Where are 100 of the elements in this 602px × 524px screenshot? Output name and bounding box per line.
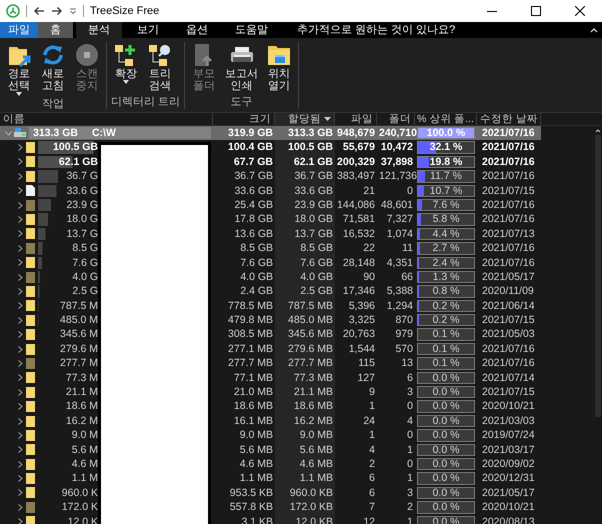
expand-chevron-icon[interactable] — [18, 518, 22, 524]
table-cell-text: 21 — [362, 184, 376, 198]
table-cell-text: 28,148 — [342, 256, 376, 270]
expand-chevron-icon[interactable] — [18, 316, 22, 324]
table-cell-text: 2021/03/03 — [481, 414, 536, 428]
table-cell-text: 277.1 MB — [227, 342, 274, 356]
table-cell-text: 5,396 — [348, 298, 376, 314]
app-logo-icon[interactable] — [6, 4, 20, 18]
expand-chevron-icon[interactable] — [18, 489, 22, 496]
folder-size: 5.6 M — [70, 442, 99, 457]
column-header[interactable]: 수정한 날짜 — [477, 113, 541, 125]
table-cell-text: 4 — [406, 414, 414, 428]
folder-size: 62.1 GB — [58, 154, 99, 170]
percent-bar: 0.0 % — [417, 386, 475, 398]
expand-chevron-icon[interactable] — [18, 158, 22, 166]
expand-chevron-icon[interactable] — [18, 302, 22, 310]
selected-row[interactable]: 313.3 GB C:\W 319.9 GB 313.3 GB 948,679 240,710 100.0 % 2021/07/16 — [0, 126, 541, 140]
folder-size: 345.6 M — [59, 327, 99, 342]
percent-bar: 0.0 % — [417, 444, 475, 456]
table-cell-text: 5,388 — [386, 284, 414, 299]
expand-chevron-icon[interactable] — [18, 403, 22, 410]
percent-bar: 0.0 % — [417, 472, 475, 485]
expand-chevron-icon[interactable] — [18, 460, 22, 468]
expand-chevron-icon[interactable] — [18, 144, 22, 152]
folder-size: 18.0 G — [65, 212, 99, 227]
ribbon-button[interactable]: 위치 열기 — [264, 42, 294, 94]
expand-chevron-icon[interactable] — [18, 475, 22, 482]
expand-chevron-icon[interactable] — [18, 432, 22, 439]
expand-chevron-icon[interactable] — [18, 172, 22, 180]
expand-chevron-icon[interactable] — [18, 446, 22, 454]
table-cell-text: 36.7 GB — [233, 169, 274, 184]
column-header[interactable]: 파일 — [335, 113, 377, 125]
expand-chevron-icon[interactable] — [18, 418, 22, 424]
menu-tab[interactable]: 옵션 — [174, 22, 220, 38]
collapse-ribbon-icon[interactable] — [590, 27, 598, 33]
percent-bar: 4.4 % — [417, 228, 475, 240]
table-cell-text: 2021/05/03 — [481, 327, 536, 342]
folder-size: 787.5 M — [59, 298, 99, 314]
ribbon-button[interactable]: 확장 — [111, 42, 141, 94]
expand-chevron-icon[interactable] — [18, 202, 22, 209]
table-cell: 9.0 MB — [275, 428, 335, 443]
expand-chevron-icon[interactable] — [18, 259, 22, 266]
table-cell-text: 17.8 GB — [233, 212, 274, 227]
column-header[interactable]: 폴더 — [377, 113, 415, 125]
expand-chevron-icon[interactable] — [18, 230, 22, 238]
expand-chevron-icon[interactable] — [18, 244, 22, 252]
table-cell-text: 2021/07/15 — [481, 313, 536, 328]
table-cell-text: 25.4 GB — [233, 198, 274, 212]
ribbon-button[interactable]: 트리 검색 — [145, 42, 175, 94]
percent-bar: 7.6 % — [417, 198, 475, 212]
column-header[interactable]: 이름 — [0, 113, 213, 125]
table-cell-text: 2021/03/17 — [481, 442, 536, 457]
table-cell-text: 2021/05/17 — [481, 486, 536, 500]
table-cell-text: 4.6 MB — [238, 456, 274, 472]
expand-chevron-icon[interactable] — [18, 331, 22, 338]
menu-tab[interactable]: 도움말 — [223, 22, 280, 38]
expand-chevron-icon[interactable] — [18, 274, 22, 281]
expand-chevron-icon[interactable] — [18, 374, 22, 382]
column-header[interactable]: 할당됨 — [275, 113, 335, 125]
folder-size: 172.0 K — [60, 500, 99, 515]
table-cell-text: 870 — [394, 313, 414, 328]
percent-bar: 10.7 % — [417, 184, 475, 197]
ribbon-button[interactable]: 새로 고침 — [38, 42, 68, 96]
ribbon-button[interactable]: 경로 선택 — [4, 42, 34, 96]
forward-arrow-icon[interactable] — [51, 6, 63, 16]
expand-chevron-icon[interactable] — [18, 504, 22, 511]
menu-tab[interactable]: 파일 — [0, 22, 38, 38]
table-cell-text: 1,544 — [348, 342, 376, 356]
maximize-icon — [531, 6, 541, 16]
percent-bar: 0.0 % — [417, 486, 475, 500]
table-cell-text: 2020/09/02 — [481, 456, 536, 472]
table-cell: 2.5 GB — [275, 284, 335, 299]
expand-chevron-icon[interactable] — [18, 216, 22, 224]
table-cell-text: 4,351 — [386, 256, 414, 270]
drive-name: C:\W — [92, 126, 116, 140]
percent-bar: 1.3 % — [417, 270, 475, 284]
table-cell-text: 20,763 — [342, 327, 376, 342]
table-cell-text: 0 — [406, 184, 414, 198]
back-arrow-icon[interactable] — [33, 6, 45, 16]
table-cell-text: 100.4 GB — [227, 140, 274, 155]
table-cell-text: 18.6 MB — [232, 399, 274, 414]
table-cell-text: 9.0 MB — [238, 428, 274, 443]
menu-tab[interactable]: 홈 — [38, 22, 73, 38]
expand-chevron-icon[interactable] — [18, 288, 22, 295]
column-header[interactable]: % 상위 폴... — [415, 113, 477, 125]
table-cell-text: 127 — [356, 370, 376, 386]
expand-chevron-icon[interactable] — [18, 360, 22, 367]
folder-size: 21.1 M — [64, 385, 99, 400]
expand-chevron-icon[interactable] — [18, 187, 22, 194]
expand-chevron-icon[interactable] — [18, 388, 22, 396]
table-cell-text: 13 — [400, 356, 414, 371]
ribbon-button[interactable]: 보고서 인쇄 — [223, 42, 260, 94]
table-cell-text: 10,472 — [380, 140, 414, 155]
folder-size: 16.2 M — [64, 414, 99, 428]
table-cell: 16.2 MB — [275, 414, 335, 428]
menu-tab[interactable]: 보기 — [125, 22, 171, 38]
expand-chevron-icon[interactable] — [18, 346, 22, 353]
table-cell-text: 200,329 — [336, 154, 376, 170]
customize-dropdown-icon[interactable] — [69, 7, 77, 15]
menu-tab[interactable]: 분석 — [76, 22, 122, 38]
